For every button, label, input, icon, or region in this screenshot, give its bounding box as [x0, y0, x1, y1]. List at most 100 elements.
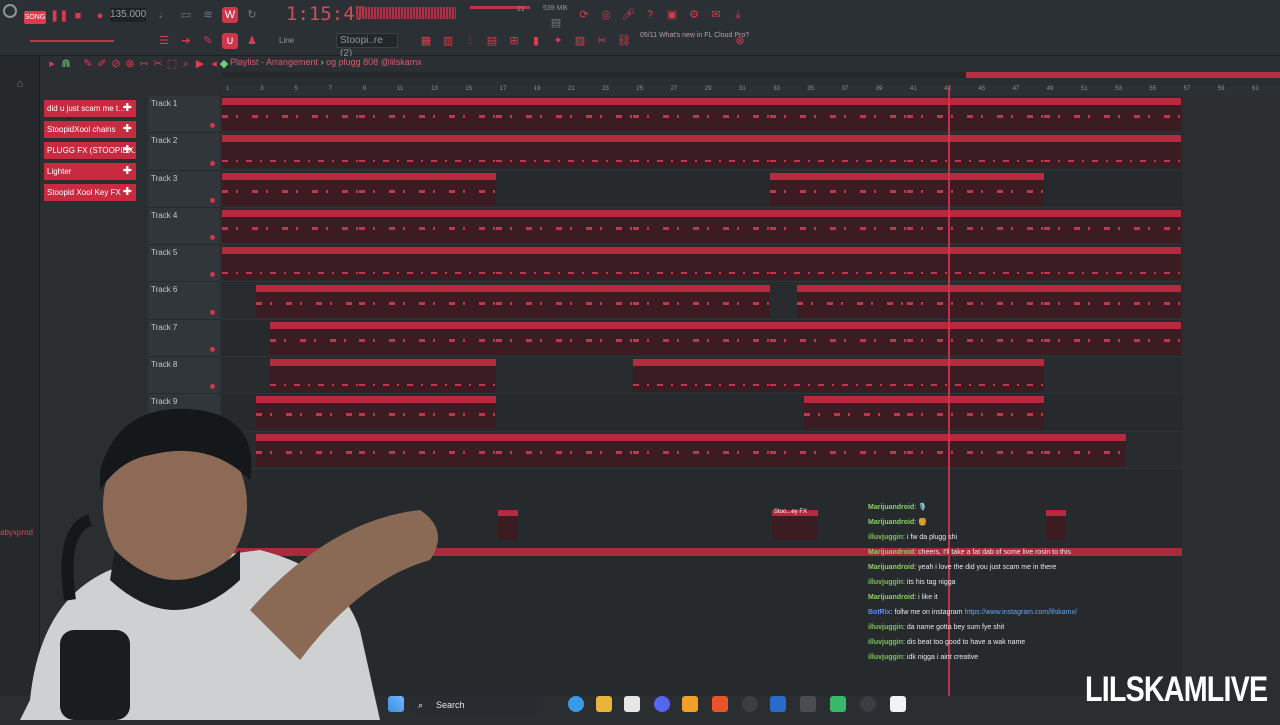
- pattern-clip[interactable]: MexikoDro snare (1): [770, 359, 907, 393]
- plugin-db-icon[interactable]: ▮: [528, 33, 544, 49]
- discord-icon[interactable]: [654, 696, 670, 712]
- tempo-display[interactable]: 135.000: [110, 8, 146, 22]
- taskbar-search[interactable]: ⌕ Search: [410, 694, 540, 716]
- piano-roll-icon[interactable]: ▥: [440, 33, 456, 49]
- track-mute-dot[interactable]: [210, 160, 215, 166]
- browser-icon[interactable]: ⊞: [506, 33, 522, 49]
- playlist-horizontal-scrollbar[interactable]: [222, 72, 1280, 78]
- track-mute-dot[interactable]: [210, 309, 215, 315]
- pattern-clip[interactable]: StoopidXool snare (2): [633, 321, 770, 355]
- refresh-icon[interactable]: ⟳: [576, 7, 592, 23]
- pattern-clip[interactable]: chant - common: [907, 396, 1044, 430]
- pattern-clip[interactable]: MexikoDro HH (2): [633, 247, 770, 281]
- pattern-clip[interactable]: 65 Little P.C.M 2 #2: [770, 209, 907, 243]
- pattern-clip[interactable]: MexikoDro HH (2): [222, 247, 359, 281]
- arrow-right-icon[interactable]: ➔: [178, 33, 194, 49]
- track-header[interactable]: Track 6: [148, 282, 220, 320]
- track-mute-dot[interactable]: [210, 197, 215, 203]
- track-row[interactable]: 65 Little P.C.M 2 65 Little P.C.M 2 65 Lit…: [222, 171, 1182, 208]
- steam-icon[interactable]: [770, 696, 786, 712]
- pattern-clip[interactable]: StoopidXool snare (2): [1044, 321, 1181, 355]
- record-icon[interactable]: ●: [92, 8, 108, 24]
- pause-icon[interactable]: ❚❚: [50, 8, 68, 24]
- snap-mode-label[interactable]: Line: [279, 36, 294, 45]
- pattern-clip[interactable]: 65 Little P.C.M 2: [770, 172, 907, 206]
- cut-icon[interactable]: ✂: [594, 33, 610, 49]
- track-mute-dot[interactable]: [210, 347, 215, 353]
- pattern-clip[interactable]: StoopidXool snare (2): [359, 321, 496, 355]
- pattern-clip[interactable]: og plugg 808 @lilskamx: [1044, 433, 1126, 467]
- track-header[interactable]: Track 1: [148, 96, 220, 134]
- metronome-icon[interactable]: ♩: [156, 7, 172, 23]
- cloud-icon[interactable]: ⊗: [732, 33, 748, 49]
- pin-icon[interactable]: ✦: [550, 33, 566, 49]
- plus-icon[interactable]: ✚: [123, 163, 132, 180]
- pattern-clip[interactable]: MexikoDro snare (1): [907, 359, 1044, 393]
- pattern-selector[interactable]: Stoopi..re (2): [336, 33, 398, 59]
- pattern-clip[interactable]: MexikoDro HH (2): [1044, 247, 1181, 281]
- step-seq-icon[interactable]: ▦: [418, 33, 434, 49]
- loop-record-icon[interactable]: ↻: [244, 7, 260, 23]
- pattern-clip[interactable]: MexikoDro snare (1): [359, 359, 496, 393]
- draw-icon[interactable]: ✎: [200, 33, 216, 49]
- fl-logo-icon[interactable]: [3, 4, 17, 18]
- pattern-clip[interactable]: MexikoDro clap (2): [633, 284, 770, 318]
- pattern-clip[interactable]: XV-5080: [1044, 98, 1181, 131]
- file-explorer-icon[interactable]: [596, 696, 612, 712]
- countdown-icon[interactable]: ▭: [178, 7, 194, 23]
- plus-icon[interactable]: ✚: [123, 142, 132, 159]
- plugin-icon[interactable]: ⚙: [686, 7, 702, 23]
- mic-icon[interactable]: 🎤︎: [620, 7, 636, 23]
- pattern-clip[interactable]: MexikoDro HH (2): [496, 247, 633, 281]
- pattern-item[interactable]: PLUGG FX (STOOPIDX... ✚: [44, 142, 136, 159]
- pattern-clip[interactable]: 65 Little P.C.M 2 #2: [633, 209, 770, 243]
- wait-icon[interactable]: W: [222, 7, 238, 23]
- chat-link[interactable]: https://www.instagram.com/lilskamx/: [964, 609, 1076, 616]
- pattern-clip[interactable]: 65 Little P.C.M 2 #2: [907, 209, 1044, 243]
- pattern-clip[interactable]: XV-5080: [222, 98, 359, 131]
- pattern-clip[interactable]: 65 Little P.C.M 2: [222, 172, 359, 206]
- pattern-clip[interactable]: MexikoDro clap (2): [1044, 284, 1181, 318]
- pattern-clip[interactable]: XV-5080: [770, 98, 907, 131]
- obs-icon[interactable]: [742, 696, 758, 712]
- track-header[interactable]: Track 7: [148, 319, 220, 358]
- pattern-clip[interactable]: 65 PCM Archives: [633, 135, 770, 169]
- track-row[interactable]: XV-5080 XV-5080 XV-5080 XV-5080 XV-5080 XV-50…: [222, 96, 1182, 134]
- track-row[interactable]: 65 Little P.C.M 2 #2 65 Little P.C.M 2 #2…: [222, 207, 1182, 246]
- pattern-clip[interactable]: MexikoDro HH (2): [359, 247, 496, 281]
- pattern-clip[interactable]: og plugg 808 @lilskamx: [496, 433, 633, 467]
- chat-icon[interactable]: ✉: [708, 7, 724, 23]
- pattern-clip[interactable]: 65 Little P.C.M 2 #2: [1044, 209, 1181, 243]
- pattern-clip[interactable]: MexikoDro snare (1): [270, 359, 359, 393]
- timeline-ruler[interactable]: 1357911131517192123252729313335373941434…: [222, 86, 1280, 96]
- scrollbar-thumb[interactable]: [966, 72, 1280, 78]
- pattern-clip[interactable]: 65 PCM Archives: [907, 135, 1044, 169]
- save-icon[interactable]: ▣: [664, 7, 680, 23]
- pattern-item[interactable]: Lighter ✚: [44, 163, 136, 180]
- pattern-clip[interactable]: 65 PCM Archives: [496, 135, 633, 169]
- pattern-clip[interactable]: 65 Little P.C.M 2 #2: [496, 209, 633, 243]
- song-mode-button[interactable]: SONG: [24, 11, 46, 24]
- pattern-clip[interactable]: og plugg 808 @lilskamx: [907, 433, 1044, 467]
- pattern-clip[interactable]: MexikoDro HH (2): [907, 247, 1044, 281]
- windows-start-icon[interactable]: [388, 696, 404, 712]
- pattern-clip[interactable]: 65 Little P.C.M 2 #2: [222, 209, 359, 243]
- channel-rack-icon[interactable]: ▤: [484, 33, 500, 49]
- pattern-clip[interactable]: StoopidXool snare (2): [496, 321, 633, 355]
- pattern-clip[interactable]: MexikoDro snare (1): [633, 359, 770, 393]
- store-icon[interactable]: [624, 696, 640, 712]
- pattern-clip[interactable]: MexikoDro clap (2): [907, 284, 1044, 318]
- snap-magnet-icon[interactable]: ⋒: [58, 56, 74, 72]
- pattern-clip[interactable]: StoopidXo..snare (2): [270, 321, 359, 355]
- plus-icon[interactable]: ✚: [123, 184, 132, 201]
- tuner-icon[interactable]: ◎: [598, 7, 614, 23]
- pattern-item[interactable]: did u just scam me t... ✚: [44, 100, 136, 117]
- pattern-clip[interactable]: 65 Little P.C.M 2: [359, 172, 496, 206]
- playlist-icon[interactable]: ☰: [156, 33, 172, 49]
- mixer-icon[interactable]: ⫶: [462, 33, 478, 49]
- pattern-clip[interactable]: StoopidXool snare (2): [907, 321, 1044, 355]
- track-row[interactable]: 65 PCM Archives 65 PCM Archives 65 PCM Arc…: [222, 133, 1182, 171]
- pattern-clip[interactable]: XV-5080: [496, 98, 633, 131]
- track-row[interactable]: MexikoDro snare (1) MexikoDro snare (1) Me…: [222, 357, 1182, 395]
- touch-keyboard-icon[interactable]: ▨: [572, 33, 588, 49]
